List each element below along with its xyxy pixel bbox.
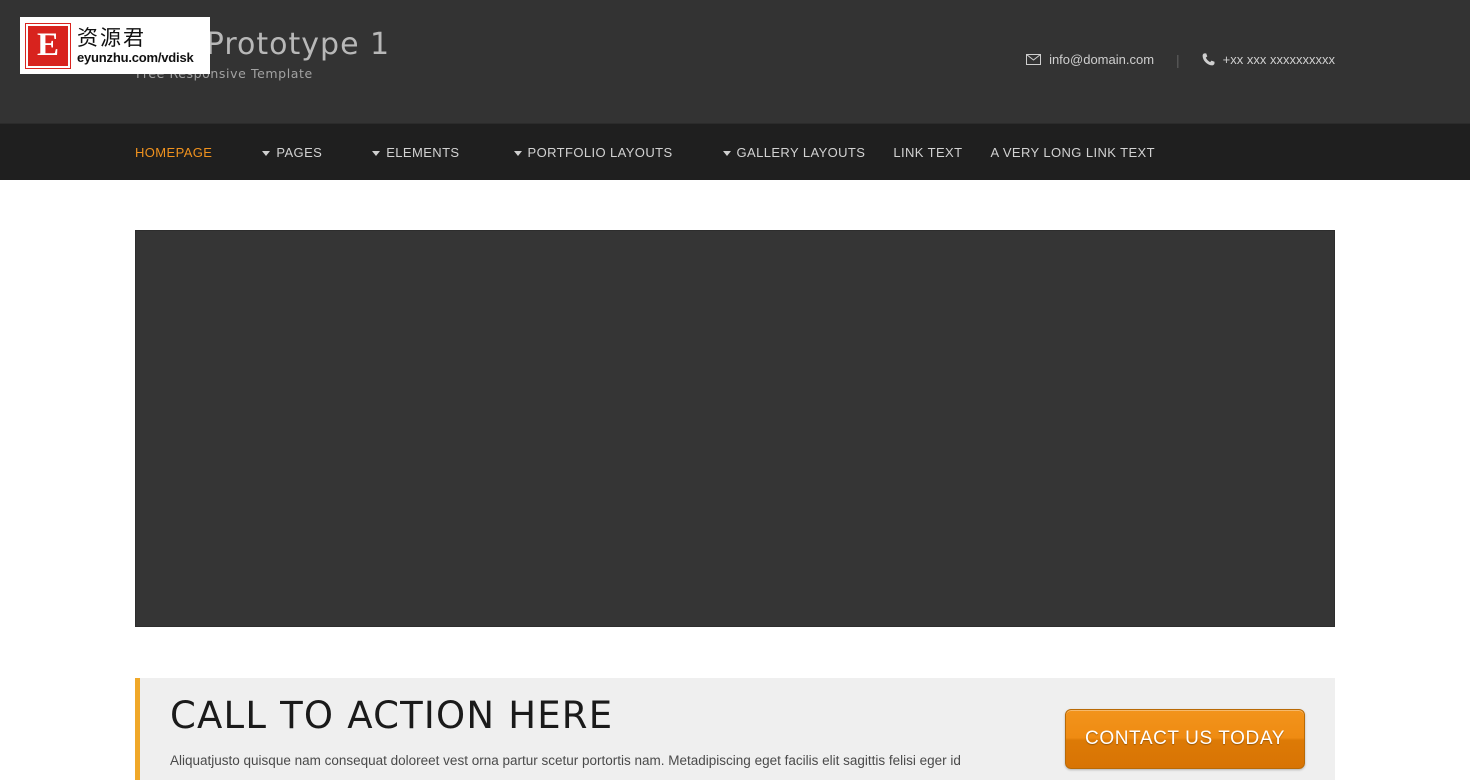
contact-us-today-button-label: CONTACT US TODAY: [1085, 728, 1285, 749]
hero-slider-placeholder[interactable]: [135, 230, 1335, 627]
contact-phone-label: +xx xxx xxxxxxxxxx: [1222, 52, 1335, 67]
content-wrapper: CALL TO ACTION HERE Aliquatjusto quisque…: [135, 230, 1335, 780]
header-inner: 200 Prototype 1 Free Responsive Template…: [135, 0, 1335, 123]
nav-item-gallery-layouts-label: GALLERY LAYOUTS: [736, 144, 866, 160]
nav-item-pages-label: PAGES: [276, 144, 323, 160]
nav-item-elements[interactable]: ELEMENTS: [358, 124, 473, 180]
nav-item-elements-label: ELEMENTS: [386, 144, 460, 160]
nav-item-pages[interactable]: PAGES: [248, 124, 336, 180]
nav-item-homepage-label: HOMEPAGE: [135, 144, 213, 160]
site-header: 200 Prototype 1 Free Responsive Template…: [0, 0, 1470, 123]
chevron-down-icon: [722, 150, 731, 156]
watermark-badge-letter: E: [36, 27, 59, 63]
call-to-action-section: CALL TO ACTION HERE Aliquatjusto quisque…: [135, 678, 1335, 780]
nav-item-link-text[interactable]: LINK TEXT: [879, 124, 976, 180]
main-content: CALL TO ACTION HERE Aliquatjusto quisque…: [0, 230, 1470, 780]
watermark-badge-icon: E: [25, 22, 71, 69]
watermark-overlay: E 资源君 eyunzhu.com/vdisk: [20, 17, 210, 74]
nav-item-a-very-long-link-text-label: A VERY LONG LINK TEXT: [990, 144, 1155, 160]
nav-item-gallery-layouts[interactable]: GALLERY LAYOUTS: [709, 124, 880, 180]
watermark-chinese-label: 资源君: [77, 25, 146, 50]
phone-icon: [1202, 53, 1215, 66]
nav-item-link-text-label: LINK TEXT: [893, 144, 963, 160]
nav-item-a-very-long-link-text[interactable]: A VERY LONG LINK TEXT: [976, 124, 1168, 180]
contact-email-label: info@domain.com: [1049, 52, 1155, 67]
nav-item-portfolio-layouts[interactable]: PORTFOLIO LAYOUTS: [500, 124, 687, 180]
contact-email[interactable]: info@domain.com: [1026, 52, 1154, 67]
contact-separator: |: [1176, 51, 1180, 68]
nav-inner: HOMEPAGE PAGES ELEMENTS PORTFOLIO LAYOUT…: [135, 124, 1335, 180]
watermark-url-label: eyunzhu.com/vdisk: [77, 49, 194, 65]
contact-phone[interactable]: +xx xxx xxxxxxxxxx: [1202, 52, 1335, 67]
chevron-down-icon: [372, 150, 381, 156]
cta-text-block: CALL TO ACTION HERE Aliquatjusto quisque…: [140, 695, 1040, 771]
main-navigation: HOMEPAGE PAGES ELEMENTS PORTFOLIO LAYOUT…: [0, 123, 1470, 180]
chevron-down-icon: [513, 150, 522, 156]
nav-item-portfolio-layouts-label: PORTFOLIO LAYOUTS: [527, 144, 673, 160]
envelope-icon: [1026, 54, 1042, 65]
cta-heading: CALL TO ACTION HERE: [170, 694, 614, 737]
nav-item-homepage[interactable]: HOMEPAGE: [135, 124, 226, 180]
chevron-down-icon: [262, 150, 271, 156]
watermark-text: 资源君 eyunzhu.com/vdisk: [77, 25, 194, 65]
cta-body-text: Aliquatjusto quisque nam consequat dolor…: [170, 753, 961, 768]
contact-us-today-button[interactable]: CONTACT US TODAY: [1065, 709, 1305, 769]
header-contact-info: info@domain.com | +xx xxx xxxxxxxxxx: [1026, 52, 1335, 67]
